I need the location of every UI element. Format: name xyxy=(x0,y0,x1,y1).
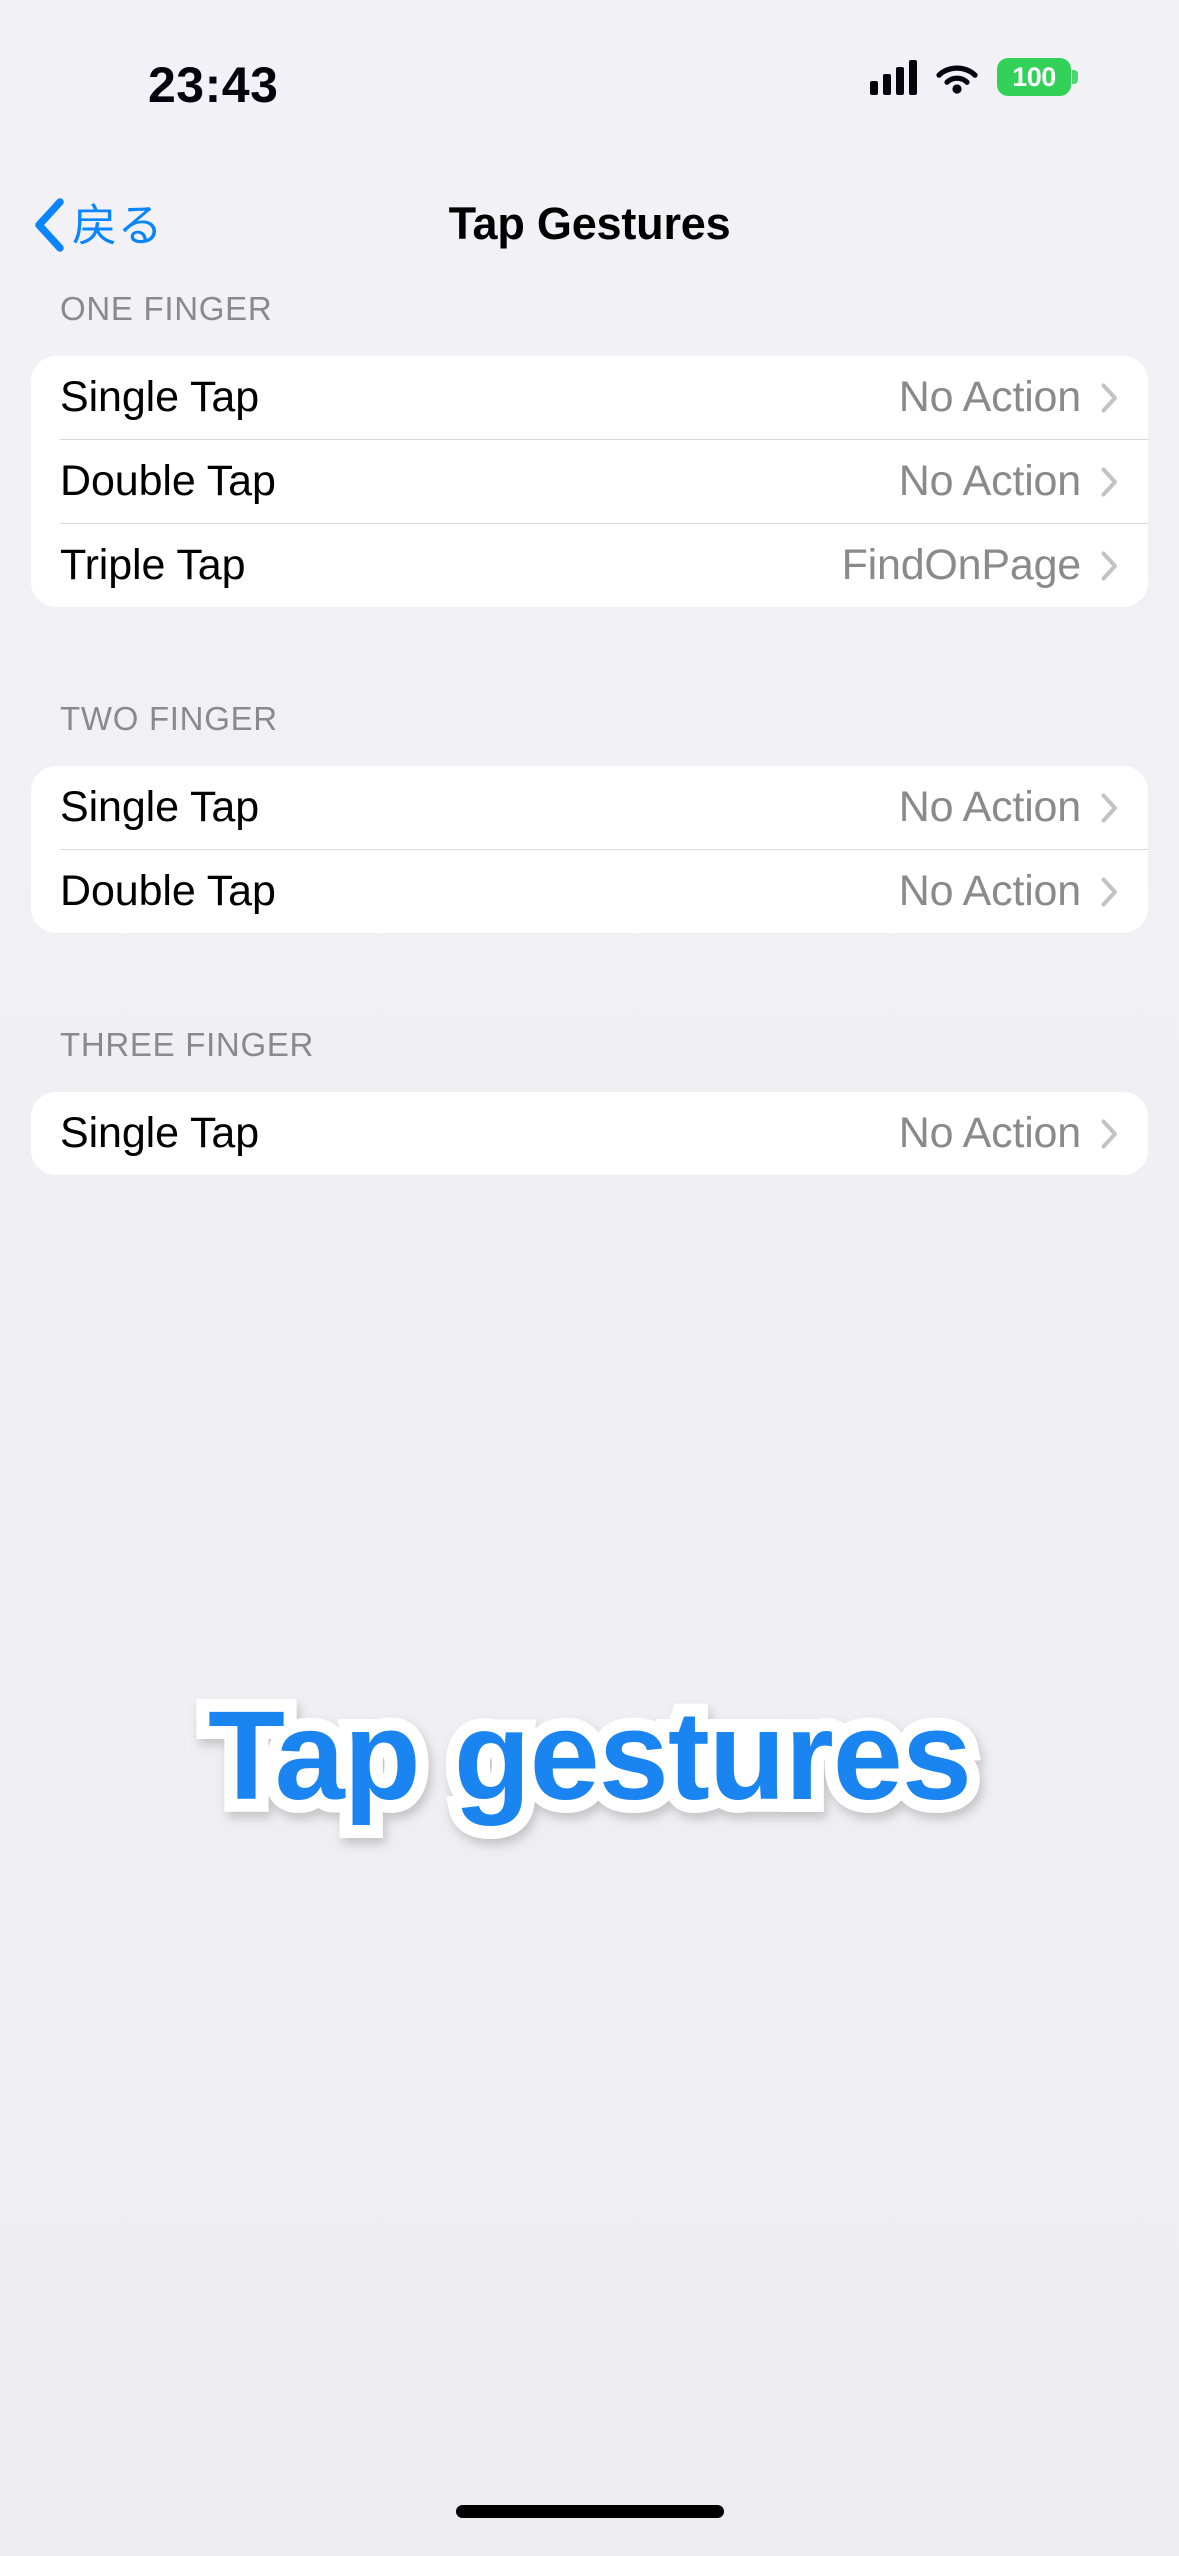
row-label: Double Tap xyxy=(60,867,276,915)
sticker-overlay: Tap gestures xyxy=(0,1672,1179,1839)
settings-card: Single Tap No Action Double Tap No Actio… xyxy=(31,766,1148,933)
row-value: No Action xyxy=(898,457,1081,505)
chevron-right-icon xyxy=(1101,877,1118,907)
row-three-finger-single-tap[interactable]: Single Tap No Action xyxy=(31,1092,1148,1175)
row-value: No Action xyxy=(898,783,1081,831)
row-accessory: No Action xyxy=(899,457,1118,506)
row-accessory: No Action xyxy=(899,1109,1118,1158)
page-title: Tap Gestures xyxy=(448,198,731,249)
status-bar-indicators: 100 xyxy=(870,58,1078,96)
settings-card: Single Tap No Action Double Tap No Actio… xyxy=(31,356,1148,607)
row-label: Single Tap xyxy=(60,373,260,421)
status-bar-time: 23:43 xyxy=(148,57,279,113)
section-two-finger: TWO FINGER Single Tap No Action Double T… xyxy=(0,700,1179,933)
section-one-finger: ONE FINGER Single Tap No Action Double T… xyxy=(0,290,1179,607)
row-label: Double Tap xyxy=(60,457,276,505)
chevron-right-icon xyxy=(1101,1119,1118,1149)
row-one-finger-single-tap[interactable]: Single Tap No Action xyxy=(31,356,1148,439)
chevron-right-icon xyxy=(1101,467,1118,497)
row-one-finger-triple-tap[interactable]: Triple Tap FindOnPage xyxy=(31,524,1148,607)
section-three-finger: THREE FINGER Single Tap No Action xyxy=(0,1026,1179,1175)
row-label: Triple Tap xyxy=(60,541,246,589)
row-one-finger-double-tap[interactable]: Double Tap No Action xyxy=(31,440,1148,523)
phone-screen: 23:43 100 戻る Tap Gestures ONE FINGER Sin… xyxy=(0,0,1179,2556)
row-value: No Action xyxy=(898,1109,1081,1157)
battery-level-text: 100 xyxy=(1012,61,1056,92)
row-value: No Action xyxy=(898,373,1081,421)
row-accessory: No Action xyxy=(899,867,1118,916)
section-header: ONE FINGER xyxy=(60,290,273,327)
wifi-icon xyxy=(935,60,979,94)
row-accessory: FindOnPage xyxy=(842,541,1118,590)
row-value: No Action xyxy=(898,867,1081,915)
navigation-bar: 戻る Tap Gestures xyxy=(0,178,1179,290)
battery-icon: 100 xyxy=(997,58,1078,96)
row-two-finger-single-tap[interactable]: Single Tap No Action xyxy=(31,766,1148,849)
home-indicator[interactable] xyxy=(455,2505,724,2518)
row-label: Single Tap xyxy=(60,1109,260,1157)
row-accessory: No Action xyxy=(899,373,1118,422)
sticker-text: Tap gestures xyxy=(195,1672,985,1839)
chevron-right-icon xyxy=(1101,383,1118,413)
settings-list: ONE FINGER Single Tap No Action Double T… xyxy=(0,290,1179,1175)
section-header: TWO FINGER xyxy=(60,700,278,737)
row-accessory: No Action xyxy=(899,783,1118,832)
chevron-right-icon xyxy=(1101,551,1118,581)
row-two-finger-double-tap[interactable]: Double Tap No Action xyxy=(31,850,1148,933)
chevron-right-icon xyxy=(1101,793,1118,823)
cellular-bars-icon xyxy=(870,59,917,95)
settings-card: Single Tap No Action xyxy=(31,1092,1148,1175)
status-bar: 23:43 100 xyxy=(0,0,1179,160)
row-label: Single Tap xyxy=(60,783,260,831)
section-header: THREE FINGER xyxy=(60,1026,315,1063)
row-value: FindOnPage xyxy=(841,541,1082,589)
